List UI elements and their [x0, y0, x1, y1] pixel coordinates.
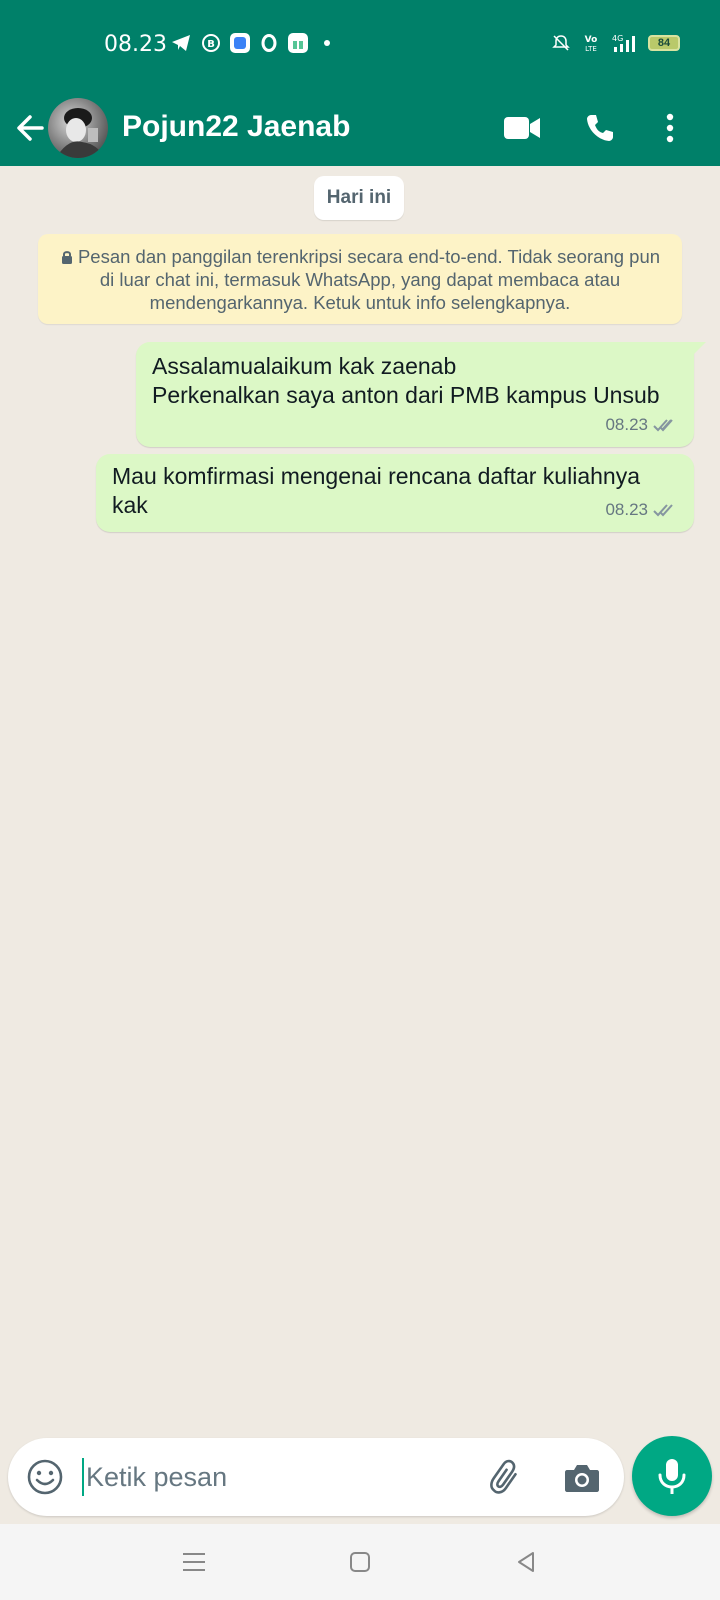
back-nav-icon[interactable] [506, 1542, 546, 1582]
message-text-line: Assalamualaikum kak zaenab [152, 353, 457, 379]
mic-button[interactable] [632, 1436, 712, 1516]
system-icons: Vo LTE 4G 84 [550, 32, 680, 54]
message-input[interactable] [82, 1454, 462, 1500]
double-check-icon [653, 418, 673, 431]
volte-icon: Vo LTE [580, 32, 602, 54]
opera-icon [258, 32, 280, 54]
b-app-icon: B [200, 32, 222, 54]
message-text-line: Mau komfirmasi mengenai rencana daftar k… [112, 463, 640, 489]
double-check-icon [653, 503, 673, 516]
chat-area[interactable]: Hari ini Pesan dan panggilan terenkripsi… [0, 166, 720, 1436]
bubble-tail [692, 342, 706, 356]
home-icon[interactable] [340, 1542, 380, 1582]
contact-avatar[interactable] [48, 98, 108, 158]
svg-text:4G: 4G [612, 34, 623, 43]
camera-icon[interactable] [562, 1458, 602, 1498]
svg-text:Vo: Vo [585, 35, 598, 45]
phone-icon[interactable] [578, 106, 622, 150]
date-chip: Hari ini [314, 176, 404, 220]
notification-icons: B [170, 32, 338, 54]
back-arrow-icon[interactable] [12, 108, 52, 148]
gift-app-icon [288, 33, 308, 53]
more-options-icon[interactable] [648, 106, 692, 150]
encryption-notice[interactable]: Pesan dan panggilan terenkripsi secara e… [38, 234, 682, 324]
chat-header: Pojun22 Jaenab [0, 90, 720, 166]
encryption-notice-text: Pesan dan panggilan terenkripsi secara e… [77, 246, 661, 313]
message-text-line: Perkenalkan saya anton dari PMB kampus U… [152, 382, 660, 408]
system-nav-bar [0, 1524, 720, 1600]
battery-indicator: 84 [648, 35, 680, 51]
status-bar: 08.23 B Vo LTE 4G 84 [0, 0, 720, 90]
recents-icon[interactable] [174, 1542, 214, 1582]
video-call-icon[interactable] [500, 106, 544, 150]
outgoing-message[interactable]: Assalamualaikum kak zaenab Perkenalkan s… [136, 342, 706, 447]
message-meta: 08.23 [605, 410, 680, 439]
dot-icon [316, 32, 338, 54]
emoji-icon[interactable] [26, 1458, 64, 1496]
signal-icon: 4G [610, 32, 640, 54]
message-text-line: kak [112, 492, 148, 518]
mute-icon [550, 32, 572, 54]
blue-app-icon [230, 33, 250, 53]
message-time: 08.23 [605, 415, 648, 434]
svg-text:B: B [207, 39, 215, 50]
svg-text:LTE: LTE [585, 45, 597, 53]
message-composer [8, 1438, 624, 1516]
status-time: 08.23 [104, 32, 167, 57]
paperclip-icon[interactable] [486, 1458, 526, 1498]
mic-icon [658, 1459, 686, 1494]
message-meta: 08.23 [605, 495, 680, 524]
message-time: 08.23 [605, 500, 648, 519]
contact-name[interactable]: Pojun22 Jaenab [122, 110, 350, 144]
lock-icon [61, 251, 72, 264]
telegram-icon [170, 32, 192, 54]
outgoing-message[interactable]: Mau komfirmasi mengenai rencana daftar k… [96, 454, 694, 532]
